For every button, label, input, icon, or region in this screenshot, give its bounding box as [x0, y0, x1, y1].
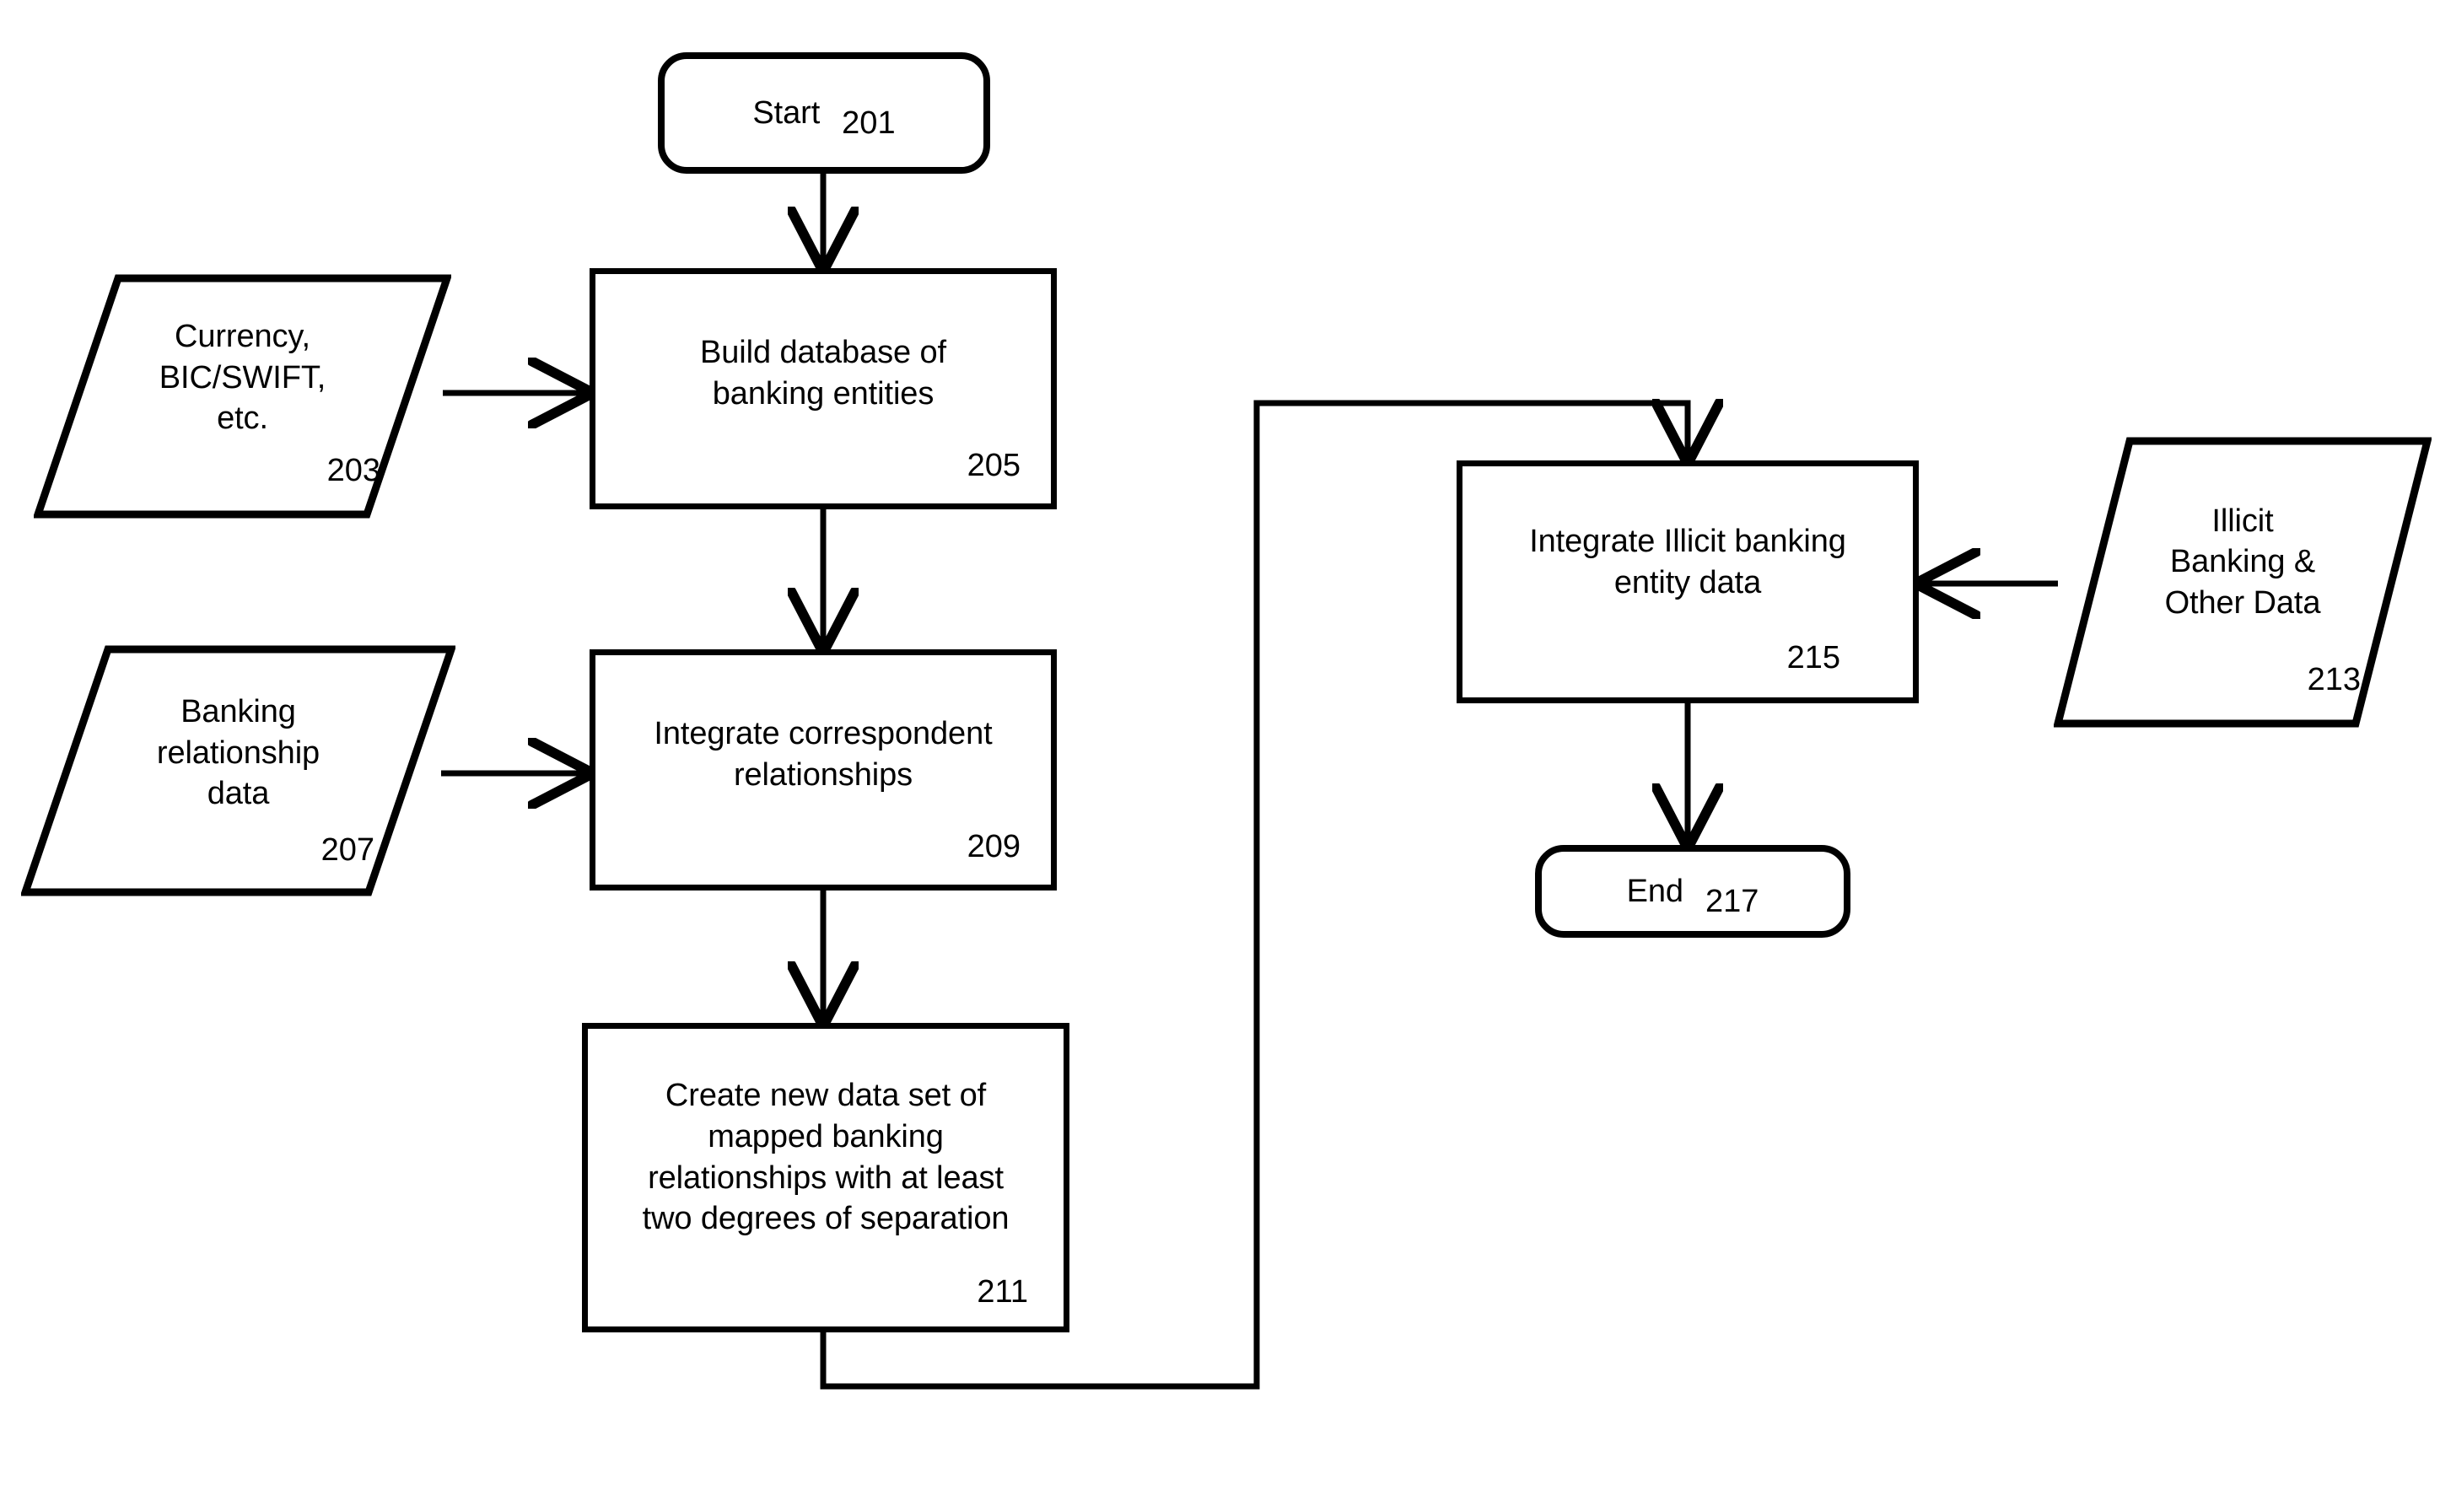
node-illicit-input[interactable]: Illicit Banking & Other Data 213: [2054, 437, 2432, 728]
node-integrate-correspondent-label: Integrate correspondent relationships: [654, 716, 993, 793]
node-currency-input-ref: 203: [326, 453, 380, 488]
node-build-database[interactable]: Build database of banking entities 205: [590, 268, 1057, 509]
node-illicit-input-label: Illicit Banking & Other Data: [2164, 503, 2321, 621]
node-banking-relationship-input-ref: 207: [320, 832, 374, 868]
node-build-database-label: Build database of banking entities: [700, 335, 946, 412]
node-integrate-correspondent-ref: 209: [967, 829, 1021, 864]
node-start-ref: 201: [842, 105, 896, 141]
node-currency-input[interactable]: Currency, BIC/SWIFT, etc. 203: [34, 274, 451, 519]
node-illicit-input-ref: 213: [2307, 662, 2361, 697]
node-banking-relationship-input-label: Banking relationship data: [156, 694, 320, 812]
node-integrate-illicit-ref: 215: [1786, 640, 1840, 675]
node-create-data-set[interactable]: Create new data set of mapped banking re…: [582, 1023, 1069, 1332]
node-start-label: Start: [752, 94, 821, 131]
node-end-ref: 217: [1705, 883, 1759, 919]
node-build-database-ref: 205: [967, 448, 1021, 483]
node-integrate-illicit-label: Integrate Illicit banking entity data: [1529, 524, 1846, 600]
node-banking-relationship-input[interactable]: Banking relationship data 207: [21, 645, 455, 896]
node-create-data-set-ref: 211: [977, 1274, 1028, 1310]
node-integrate-illicit[interactable]: Integrate Illicit banking entity data 21…: [1457, 460, 1919, 703]
node-create-data-set-label: Create new data set of mapped banking re…: [642, 1078, 1010, 1237]
node-start[interactable]: Start 201: [658, 52, 990, 174]
node-end-label: End: [1626, 873, 1683, 909]
node-integrate-correspondent[interactable]: Integrate correspondent relationships 20…: [590, 649, 1057, 891]
flowchart-canvas: Start 201 Currency, BIC/SWIFT, etc. 203 …: [0, 0, 2440, 1512]
node-currency-input-label: Currency, BIC/SWIFT, etc.: [159, 319, 326, 437]
node-end[interactable]: End 217: [1535, 845, 1850, 938]
